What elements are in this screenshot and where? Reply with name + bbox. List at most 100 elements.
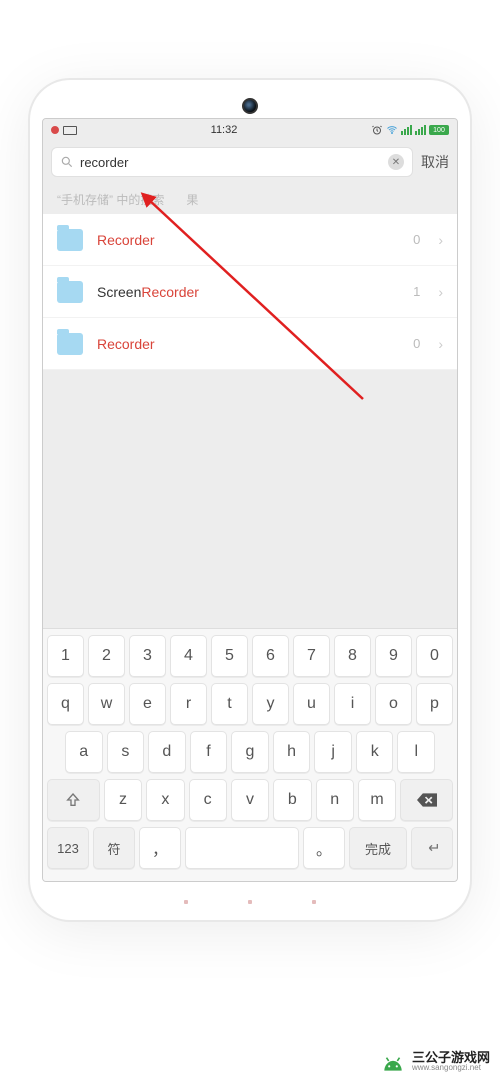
keyboard-row-1: 1 2 3 4 5 6 7 8 9 0 (47, 635, 453, 677)
key-w[interactable]: w (88, 683, 125, 725)
backspace-icon (417, 793, 437, 807)
watermark: 三公子游戏网 www.sangongzi.net (380, 1051, 490, 1072)
hint-suffix: 果 (186, 193, 198, 207)
result-item[interactable]: Recorder 0 › (43, 214, 457, 266)
shift-icon (65, 792, 81, 808)
status-left (51, 126, 77, 135)
search-box[interactable]: ✕ (51, 147, 413, 177)
key-m[interactable]: m (358, 779, 396, 821)
nav-back-icon[interactable] (184, 900, 188, 904)
search-icon (60, 155, 74, 169)
key-space[interactable] (185, 827, 299, 869)
key-a[interactable]: a (65, 731, 103, 773)
key-s[interactable]: s (107, 731, 145, 773)
signal-icon-2 (415, 125, 426, 135)
key-p[interactable]: p (416, 683, 453, 725)
key-i[interactable]: i (334, 683, 371, 725)
key-1[interactable]: 1 (47, 635, 84, 677)
screen: 11:32 100 ✕ 取消 “手机存储” 中的搜索果 (42, 118, 458, 882)
android-icon (380, 1053, 406, 1071)
recording-rect-icon (63, 126, 77, 135)
key-symbol[interactable]: 符 (93, 827, 135, 869)
key-9[interactable]: 9 (375, 635, 412, 677)
result-name: Recorder (97, 336, 399, 352)
key-numeric[interactable]: 123 (47, 827, 89, 869)
watermark-text: 三公子游戏网 www.sangongzi.net (412, 1051, 490, 1072)
result-item[interactable]: Recorder 0 › (43, 318, 457, 370)
key-c[interactable]: c (189, 779, 227, 821)
folder-icon (57, 229, 83, 251)
key-j[interactable]: j (314, 731, 352, 773)
result-count: 0 (413, 232, 420, 247)
key-0[interactable]: 0 (416, 635, 453, 677)
key-7[interactable]: 7 (293, 635, 330, 677)
key-period[interactable]: 。 (303, 827, 345, 869)
key-2[interactable]: 2 (88, 635, 125, 677)
key-shift[interactable] (47, 779, 100, 821)
wifi-icon (386, 124, 398, 136)
alarm-icon (371, 124, 383, 136)
key-5[interactable]: 5 (211, 635, 248, 677)
key-4[interactable]: 4 (170, 635, 207, 677)
status-right: 100 (371, 124, 449, 136)
cancel-button[interactable]: 取消 (421, 152, 449, 172)
key-g[interactable]: g (231, 731, 269, 773)
results-list: Recorder 0 › ScreenRecorder 1 › Recorder… (43, 214, 457, 370)
enter-icon (424, 840, 440, 856)
watermark-title: 三公子游戏网 (412, 1051, 490, 1064)
key-q[interactable]: q (47, 683, 84, 725)
keyboard: 1 2 3 4 5 6 7 8 9 0 q w e r t y u i o (43, 628, 457, 881)
key-r[interactable]: r (170, 683, 207, 725)
status-bar: 11:32 100 (43, 119, 457, 141)
watermark-url: www.sangongzi.net (412, 1064, 490, 1072)
hint-prefix: “手机存储” 中的搜索 (57, 193, 164, 207)
result-name: Recorder (97, 232, 399, 248)
recording-dot-icon (51, 126, 59, 134)
key-comma[interactable]: ， (139, 827, 181, 869)
keyboard-row-2: q w e r t y u i o p (47, 683, 453, 725)
key-d[interactable]: d (148, 731, 186, 773)
result-count: 0 (413, 336, 420, 351)
key-e[interactable]: e (129, 683, 166, 725)
chevron-right-icon: › (438, 232, 443, 248)
clear-search-button[interactable]: ✕ (388, 154, 404, 170)
chevron-right-icon: › (438, 284, 443, 300)
key-k[interactable]: k (356, 731, 394, 773)
folder-icon (57, 333, 83, 355)
nav-recent-icon[interactable] (312, 900, 316, 904)
key-y[interactable]: y (252, 683, 289, 725)
key-t[interactable]: t (211, 683, 248, 725)
nav-bar (30, 900, 470, 906)
battery-icon: 100 (429, 125, 449, 135)
key-u[interactable]: u (293, 683, 330, 725)
search-input[interactable] (80, 155, 382, 170)
keyboard-row-5: 123 符 ， 。 完成 (47, 827, 453, 869)
phone-frame: 11:32 100 ✕ 取消 “手机存储” 中的搜索果 (30, 80, 470, 920)
status-time: 11:32 (77, 124, 371, 136)
key-n[interactable]: n (316, 779, 354, 821)
nav-home-icon[interactable] (248, 900, 252, 904)
search-hint: “手机存储” 中的搜索 果 (43, 183, 457, 214)
key-3[interactable]: 3 (129, 635, 166, 677)
key-done[interactable]: 完成 (349, 827, 407, 869)
key-h[interactable]: h (273, 731, 311, 773)
key-backspace[interactable] (400, 779, 453, 821)
key-z[interactable]: z (104, 779, 142, 821)
keyboard-row-4: z x c v b n m (47, 779, 453, 821)
search-row: ✕ 取消 (43, 141, 457, 183)
key-enter[interactable] (411, 827, 453, 869)
front-camera (242, 98, 258, 114)
key-x[interactable]: x (146, 779, 184, 821)
key-8[interactable]: 8 (334, 635, 371, 677)
key-l[interactable]: l (397, 731, 435, 773)
keyboard-row-3: a s d f g h j k l (47, 731, 453, 773)
chevron-right-icon: › (438, 336, 443, 352)
result-item[interactable]: ScreenRecorder 1 › (43, 266, 457, 318)
key-b[interactable]: b (273, 779, 311, 821)
close-icon: ✕ (392, 157, 400, 168)
key-v[interactable]: v (231, 779, 269, 821)
key-o[interactable]: o (375, 683, 412, 725)
key-6[interactable]: 6 (252, 635, 289, 677)
key-f[interactable]: f (190, 731, 228, 773)
signal-icon (401, 125, 412, 135)
